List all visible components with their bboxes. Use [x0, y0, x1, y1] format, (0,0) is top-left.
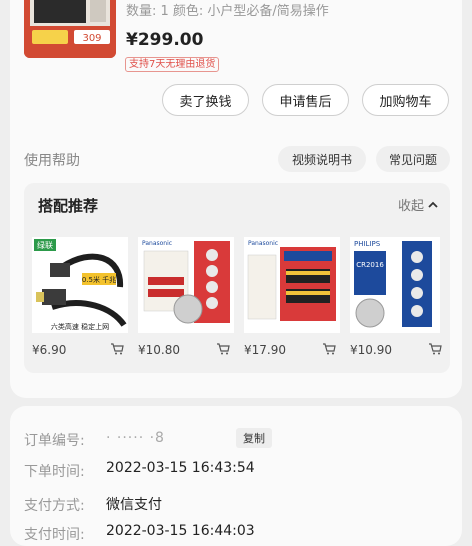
recommend-product-4-price: ¥10.90 — [350, 343, 392, 357]
after-sale-button[interactable]: 申请售后 — [262, 84, 349, 116]
recommend-product-2-price: ¥10.80 — [138, 343, 180, 357]
recommend-product-2[interactable]: Panasonic — [138, 237, 234, 333]
cart-icon[interactable] — [110, 343, 124, 355]
recommend-product-4[interactable]: PHILIPS CR2016 — [350, 237, 440, 333]
faq-button[interactable]: 常见问题 — [376, 146, 450, 172]
order-number-value: · ····· ·8 — [106, 430, 165, 446]
chevron-up-icon — [428, 201, 438, 208]
cart-icon[interactable] — [216, 343, 230, 355]
payment-method-value: 微信支付 — [106, 497, 162, 513]
product-1-caption: 六类高速 稳定上网 — [51, 322, 109, 331]
thumbnail-price-text: 309 — [82, 33, 101, 44]
cart-icon[interactable] — [428, 343, 442, 355]
payment-time-label: 支付时间: — [24, 527, 85, 543]
order-number-label: 订单编号: — [24, 433, 85, 449]
collapse-label: 收起 — [397, 199, 424, 214]
recommend-product-3-price: ¥17.90 — [244, 343, 286, 357]
order-time-value: 2022-03-15 16:43:54 — [106, 460, 255, 476]
product-4-tag: CR2016 — [356, 261, 384, 269]
product-1-brand: 绿联 — [37, 241, 53, 250]
product-4-brand: PHILIPS — [354, 240, 381, 248]
order-time-label: 下单时间: — [24, 464, 85, 480]
product-thumbnail[interactable]: 309 — [24, 0, 116, 58]
recommendation-panel: 搭配推荐 收起 绿联 0.5米 千兆 六类高速 稳定上网 ¥6.90 Panas… — [24, 183, 450, 373]
video-manual-button[interactable]: 视频说明书 — [278, 146, 366, 172]
copy-order-number-button[interactable]: 复制 — [236, 428, 272, 448]
return-policy-badge: 支持7天无理由退货 — [125, 57, 220, 72]
recommend-product-1-price: ¥6.90 — [32, 343, 67, 357]
product-3-brand: Panasonic — [248, 240, 278, 247]
cart-icon[interactable] — [322, 343, 336, 355]
recommend-product-3[interactable]: Panasonic — [244, 237, 340, 333]
recommendation-title: 搭配推荐 — [38, 197, 99, 215]
product-1-tag: 0.5米 千兆 — [82, 275, 116, 284]
add-to-cart-button[interactable]: 加购物车 — [362, 84, 449, 116]
payment-method-label: 支付方式: — [24, 498, 85, 514]
help-label: 使用帮助 — [24, 153, 80, 169]
item-price: ¥299.00 — [126, 30, 204, 50]
sell-button[interactable]: 卖了换钱 — [162, 84, 249, 116]
payment-time-value: 2022-03-15 16:44:03 — [106, 523, 255, 539]
item-spec-text: 数量: 1 颜色: 小户型必备/简易操作 — [126, 4, 329, 19]
collapse-toggle[interactable]: 收起 — [398, 195, 438, 214]
product-2-brand: Panasonic — [142, 240, 172, 247]
recommend-product-1[interactable]: 绿联 0.5米 千兆 六类高速 稳定上网 — [32, 237, 128, 333]
